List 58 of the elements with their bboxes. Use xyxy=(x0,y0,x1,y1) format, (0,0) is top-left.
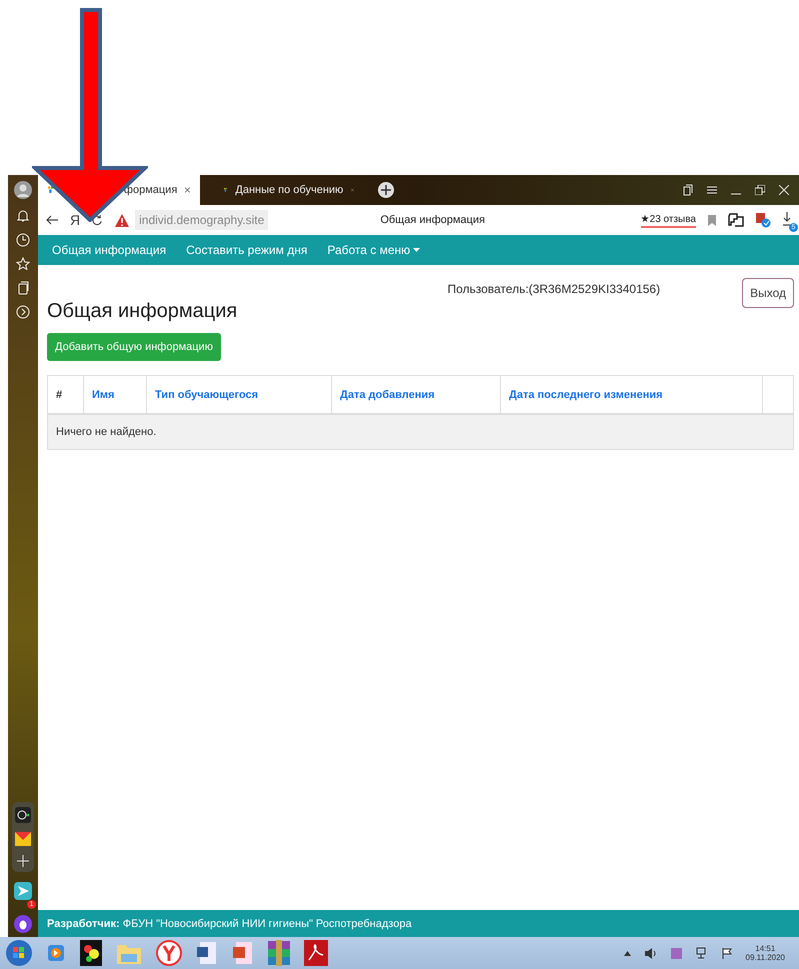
browser-tab[interactable]: Данные по обучению xyxy=(214,175,364,205)
caret-icon xyxy=(413,248,420,252)
column-header[interactable]: Имя xyxy=(84,376,147,413)
pdf-icon[interactable] xyxy=(304,940,328,966)
show-hidden-icon[interactable] xyxy=(624,950,631,956)
start-button[interactable] xyxy=(6,940,32,966)
archive-icon[interactable] xyxy=(268,940,290,966)
volume-icon[interactable] xyxy=(644,948,657,958)
word-icon[interactable] xyxy=(196,941,218,965)
warning-icon[interactable] xyxy=(115,214,130,226)
column-header[interactable]: Тип обучающегося xyxy=(147,376,332,413)
page-heading: Общая информация xyxy=(47,300,238,323)
logout-button[interactable]: Выход xyxy=(742,278,794,308)
extension-icon[interactable] xyxy=(756,212,771,228)
nav-link[interactable]: Работа с меню xyxy=(327,243,420,257)
yandex-logo[interactable]: Я xyxy=(70,212,80,228)
tab-title: Данные по обучению xyxy=(235,184,344,196)
app-icon[interactable] xyxy=(15,807,31,823)
collections-icon[interactable] xyxy=(16,281,30,295)
column-header[interactable]: Дата добавления xyxy=(332,376,501,413)
nav-link[interactable]: Общая информация xyxy=(52,243,166,257)
nav-link[interactable]: Составить режим дня xyxy=(186,243,308,257)
bookmark-icon[interactable] xyxy=(708,214,716,226)
media-player-icon[interactable] xyxy=(46,943,66,963)
yandex-browser-icon[interactable] xyxy=(156,940,182,966)
bell-icon[interactable] xyxy=(16,209,30,223)
mail-icon[interactable] xyxy=(15,832,31,846)
menu-icon[interactable] xyxy=(707,186,717,194)
clock-icon[interactable] xyxy=(16,233,30,247)
paint-splash-icon[interactable] xyxy=(80,940,102,966)
star-icon[interactable] xyxy=(16,257,30,271)
avatar-icon[interactable] xyxy=(14,181,32,199)
messenger-icon[interactable] xyxy=(14,882,32,900)
tabs-icon[interactable] xyxy=(683,184,693,196)
close-icon[interactable] xyxy=(185,186,190,194)
alice-icon[interactable] xyxy=(14,915,32,933)
powerpoint-icon[interactable] xyxy=(232,941,254,965)
reload-icon[interactable] xyxy=(92,214,104,226)
clock-time: 14:51 xyxy=(755,944,776,953)
download-icon[interactable] xyxy=(783,212,791,226)
back-icon[interactable] xyxy=(46,215,58,225)
new-tab-icon[interactable] xyxy=(378,182,394,198)
network-icon[interactable] xyxy=(696,947,708,959)
clock-date: 09.11.2020 xyxy=(746,953,785,962)
page-title: Общая информация xyxy=(380,214,486,226)
column-header: # xyxy=(48,376,84,413)
reviews-link[interactable]: ★23 отзыва xyxy=(640,212,696,228)
add-button[interactable]: Добавить общую информацию xyxy=(47,333,221,361)
column-header[interactable]: Дата последнего изменения xyxy=(501,376,763,413)
user-id: Пользователь:(3R36M2529KI3340156) xyxy=(447,282,660,296)
empty-message: Ничего не найдено. xyxy=(48,415,793,449)
restore-icon[interactable] xyxy=(755,185,765,195)
tab-title: формация xyxy=(122,184,178,196)
add-icon[interactable] xyxy=(17,855,29,867)
url-field[interactable]: individ.demography.site xyxy=(135,210,268,230)
flag-icon[interactable] xyxy=(722,948,732,958)
site-icon xyxy=(48,184,54,196)
developer-credit: Разработчик: ФБУН "Новосибирский НИИ гигиены" Роспотребнадзора xyxy=(47,918,412,930)
